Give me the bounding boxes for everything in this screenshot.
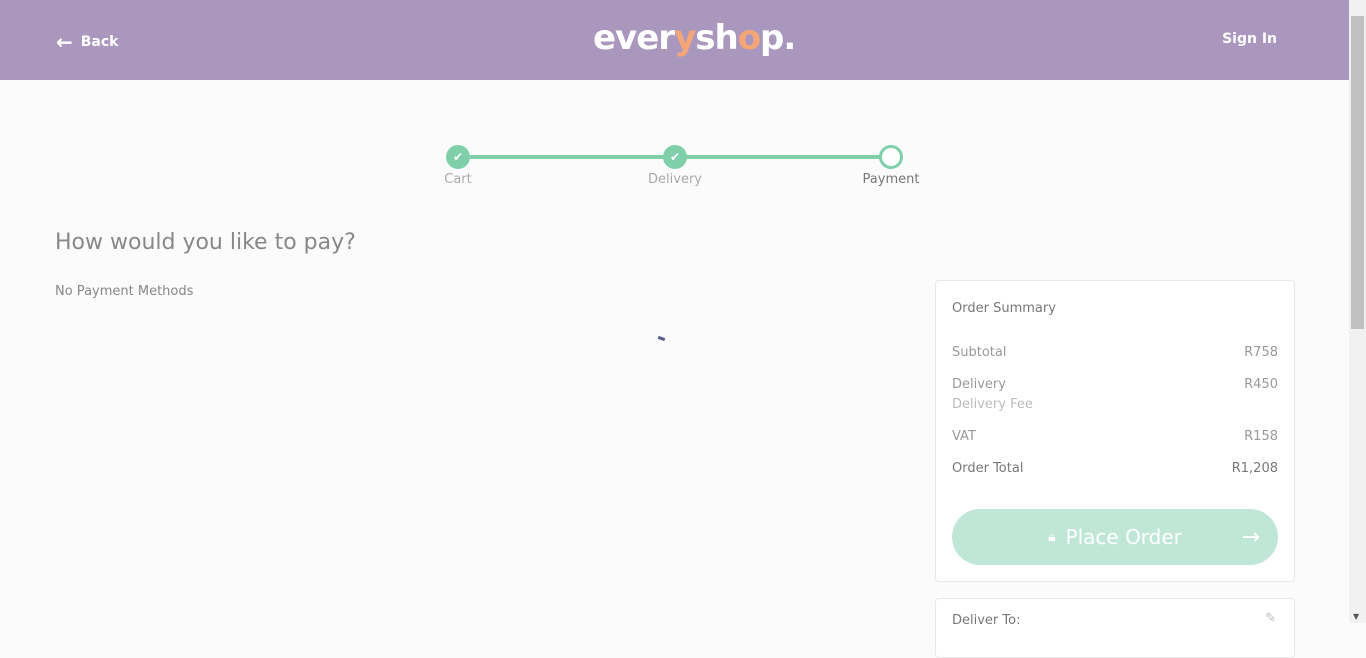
step-delivery: Delivery [648,172,702,187]
order-summary: Order Summary Subtotal R758 Delivery R450 … [935,280,1295,582]
sign-in-link[interactable]: Sign In [1222,31,1277,47]
logo[interactable]: everyshop. [593,18,796,58]
step-payment: Payment [862,172,920,187]
check-icon: ✔ [663,145,687,169]
loading-spinner [657,335,666,342]
deliver-title: Deliver To: [952,613,1021,628]
label: Delivery [952,377,1006,392]
value: R758 [1244,345,1278,360]
scrollbar[interactable]: ▼ [1349,0,1366,623]
subtotal-row: Subtotal R758 [952,345,1278,360]
lock-icon: 🔒︎ [1048,529,1056,545]
edit-icon[interactable]: ✎ [1265,611,1276,626]
place-order-button[interactable]: 🔒︎ Place Order → [952,509,1278,565]
page-title: How would you like to pay? [55,230,356,255]
deliver-to-card: Deliver To: ✎ [935,598,1295,658]
scrollbar-thumb[interactable] [1351,16,1364,329]
delivery-row: Delivery R450 [952,377,1278,392]
label: Subtotal [952,345,1007,360]
label: VAT [952,429,976,444]
value: R1,208 [1231,461,1278,476]
summary-title: Order Summary [952,301,1056,316]
no-payment-methods: No Payment Methods [55,284,194,299]
header: ← Back everyshop. Sign In [0,0,1349,80]
arrow-left-icon: ← [56,30,73,54]
delivery-note: Delivery Fee [952,397,1278,412]
place-order-label: Place Order [1065,525,1182,549]
scroll-down-icon[interactable]: ▼ [1353,612,1359,621]
value: R450 [1244,377,1278,392]
check-icon: ✔ [446,145,470,169]
step-cart: Cart [444,172,472,187]
value: R158 [1244,429,1278,444]
label: Order Total [952,461,1024,476]
current-step-icon [879,145,903,169]
arrow-right-icon: → [1241,524,1260,550]
back-button[interactable]: ← Back [56,30,119,54]
back-label: Back [80,34,119,50]
label: Delivery Fee [952,397,1033,412]
total-row: Order Total R1,208 [952,461,1278,476]
vat-row: VAT R158 [952,429,1278,444]
